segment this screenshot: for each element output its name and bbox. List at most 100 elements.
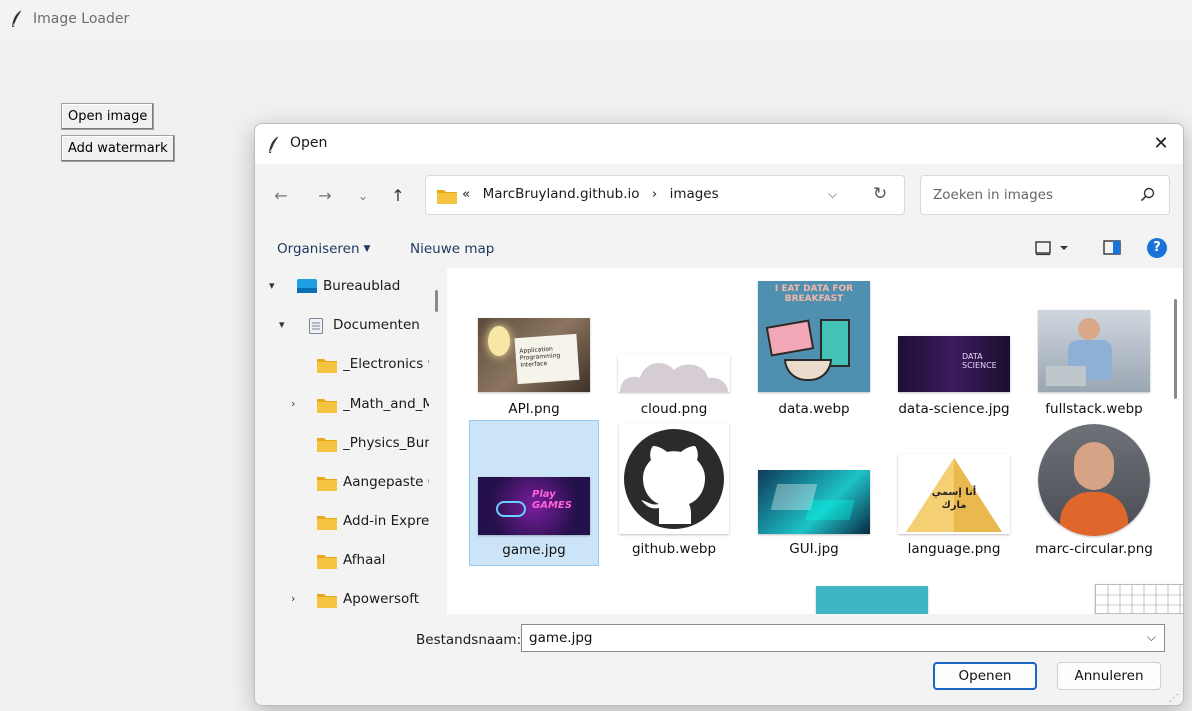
sidebar-item-folder[interactable]: › Apowersoft [255, 581, 430, 614]
view-options-icon[interactable] [1035, 239, 1071, 261]
image-thumbnail [758, 470, 870, 534]
folder-icon [317, 436, 337, 456]
recent-locations-icon[interactable]: ⌄ [351, 184, 375, 208]
dialog-footer: Bestandsnaam: ⌵ Openen Annuleren ⋰ [255, 614, 1183, 705]
file-name: data-science.jpg [898, 401, 1010, 417]
file-name: language.png [907, 541, 1001, 557]
back-icon[interactable]: ← [269, 184, 293, 208]
chevron-right-icon[interactable]: › [291, 592, 295, 605]
close-icon[interactable]: ✕ [1145, 128, 1177, 160]
thumb-text: DATA [962, 352, 983, 361]
file-name: cloud.png [640, 401, 708, 417]
thumb-text: مارك [941, 500, 967, 511]
file-tile[interactable]: Application Programming Interface API.pn… [469, 276, 599, 422]
file-tile[interactable]: I EAT DATA FOR BREAKFAST data.webp [749, 276, 879, 422]
refresh-icon[interactable]: ↻ [873, 184, 887, 204]
breadcrumb-overflow[interactable]: « [462, 186, 470, 202]
cancel-button[interactable]: Annuleren [1057, 662, 1161, 690]
search-box[interactable] [920, 175, 1170, 215]
up-folder-icon[interactable]: ↑ [386, 184, 410, 208]
feather-icon [10, 9, 24, 33]
chevron-down-icon[interactable]: ⌵ [828, 187, 837, 202]
resize-grip-icon[interactable]: ⋰ [1169, 693, 1179, 704]
sidebar-item-label: _Electronics with Python [343, 356, 429, 372]
help-icon[interactable]: ? [1147, 238, 1167, 258]
search-input[interactable] [931, 185, 1131, 205]
file-tile[interactable]: DATA SCIENCE data-science.jpg [889, 276, 1019, 422]
file-tile[interactable]: github.webp [609, 420, 739, 566]
sidebar-item-bureaublad[interactable]: ▾ Bureaublad [255, 268, 430, 306]
chevron-down-icon[interactable]: ⌵ [1147, 630, 1156, 645]
chevron-down-icon[interactable]: ▾ [279, 318, 285, 331]
folder-icon [317, 553, 337, 573]
file-tile-selected[interactable]: Play GAMES game.jpg [469, 420, 599, 566]
dialog-title: Open [290, 135, 328, 151]
chevron-right-icon[interactable]: › [291, 397, 295, 410]
image-thumbnail [1038, 424, 1150, 536]
open-file-dialog: Open ✕ ← → ⌄ ↑ « MarcBruyland.github.io … [254, 123, 1184, 706]
file-name: GUI.jpg [789, 541, 839, 557]
search-icon[interactable] [1140, 187, 1156, 207]
sidebar-scrollbar[interactable] [435, 290, 438, 312]
folder-icon [317, 592, 337, 612]
feather-icon [267, 135, 281, 159]
thumb-text: I EAT DATA FOR [774, 284, 854, 294]
file-tile[interactable]: marc-circular.png [1029, 420, 1159, 566]
file-name: marc-circular.png [1035, 541, 1153, 557]
image-thumbnail: I EAT DATA FOR BREAKFAST [758, 281, 870, 392]
file-name: API.png [508, 401, 560, 417]
filename-combobox[interactable]: ⌵ [521, 624, 1165, 652]
image-thumbnail: Application Programming Interface [478, 318, 590, 392]
thumb-text: Play [532, 489, 556, 500]
file-tile[interactable]: أنا إسمي مارك language.png [889, 420, 1019, 566]
breadcrumb-separator[interactable]: › [652, 186, 657, 202]
forward-icon[interactable]: → [313, 184, 337, 208]
file-grid: Application Programming Interface API.pn… [447, 268, 1183, 614]
sidebar-item-folder[interactable]: _Electronics with Python [255, 346, 430, 384]
image-thumbnail: Play GAMES [478, 477, 590, 535]
file-name: fullstack.webp [1045, 401, 1143, 417]
desktop-icon [297, 279, 317, 297]
open-button[interactable]: Openen [933, 662, 1037, 690]
command-bar: Organiseren ▼ Nieuwe map [255, 228, 1183, 268]
image-thumbnail: DATA SCIENCE [898, 336, 1010, 392]
file-tile[interactable]: cloud.png [609, 276, 739, 422]
thumb-text: أنا إسمي [931, 487, 977, 498]
breadcrumb-item[interactable]: MarcBruyland.github.io [483, 186, 640, 202]
filename-input[interactable] [527, 629, 1127, 647]
file-name: github.webp [631, 541, 717, 557]
address-bar[interactable]: « MarcBruyland.github.io › images ⌵ ↻ [425, 175, 905, 215]
organize-label: Organiseren [277, 241, 360, 257]
sidebar-item-folder[interactable]: Add-in Express [255, 503, 430, 541]
caret-down-icon: ▼ [363, 244, 371, 254]
open-image-button[interactable]: Open image [61, 103, 155, 130]
image-thumbnail[interactable] [1095, 584, 1183, 614]
preview-pane-icon[interactable] [1103, 239, 1121, 261]
file-grid-scrollbar[interactable] [1174, 299, 1177, 399]
file-tile[interactable]: GUI.jpg [749, 420, 879, 566]
sidebar-item-folder[interactable]: Afhaal [255, 542, 430, 580]
breadcrumb-item[interactable]: images [670, 186, 719, 202]
dialog-titlebar: Open ✕ [255, 124, 1183, 164]
thumb-text: GAMES [532, 500, 572, 511]
image-thumbnail [618, 354, 730, 392]
new-folder-button[interactable]: Nieuwe map [410, 241, 494, 257]
organize-menu[interactable]: Organiseren ▼ [277, 241, 370, 257]
sidebar-item-label: Bureaublad [323, 278, 401, 294]
sidebar-item-label: _Math_and_Machine_Learning [343, 396, 429, 412]
folder-icon [317, 514, 337, 534]
folder-icon [317, 397, 337, 417]
sidebar-item-folder[interactable]: _Physics_Bureau [255, 425, 430, 463]
file-tile[interactable]: fullstack.webp [1029, 276, 1159, 422]
add-watermark-button[interactable]: Add watermark [61, 135, 175, 162]
sidebar-item-folder[interactable]: › _Math_and_Machine_Learning [255, 386, 430, 424]
sidebar-item-label: Aangepaste Office-sjablonen [343, 474, 429, 490]
sidebar-item-documenten[interactable]: ▾ Documenten [255, 307, 430, 345]
image-thumbnail[interactable] [816, 586, 928, 614]
document-icon [309, 318, 323, 338]
file-name: data.webp [778, 401, 850, 417]
thumb-text: Interface [520, 360, 548, 369]
sidebar-item-label: Apowersoft [343, 591, 420, 607]
sidebar-item-folder[interactable]: Aangepaste Office-sjablonen [255, 464, 430, 502]
chevron-down-icon[interactable]: ▾ [269, 279, 275, 292]
